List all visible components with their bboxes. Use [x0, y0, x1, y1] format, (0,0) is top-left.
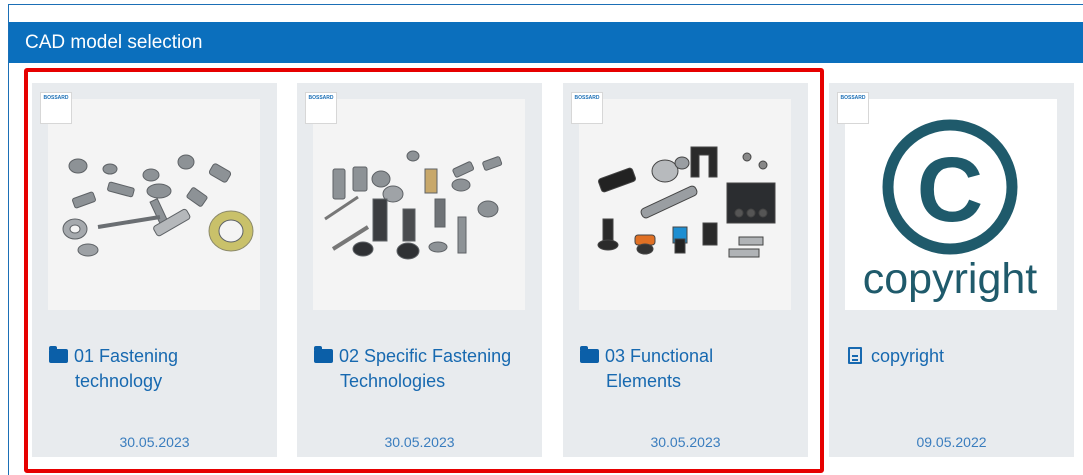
card-date: 30.05.2023 — [650, 434, 721, 450]
file-icon — [848, 347, 862, 364]
bossard-logo: BOSSARD — [571, 92, 603, 124]
card-specific-fastening-technologies[interactable]: BOSSARD 02 Specific Fastening Technologi… — [297, 83, 542, 457]
card-date: 30.05.2023 — [384, 434, 455, 450]
specific-fasteners-image — [313, 99, 525, 310]
folder-icon — [49, 346, 68, 363]
card-date: 09.05.2022 — [916, 434, 987, 450]
svg-text:C: C — [917, 139, 983, 241]
functional-elements-image — [579, 99, 791, 310]
copyright-image-text: copyright — [863, 255, 1038, 303]
card-date: 30.05.2023 — [119, 434, 190, 450]
card-title-link[interactable]: 02 Specific Fastening Technologies — [314, 344, 534, 394]
card-title-link[interactable]: 01 Fastening technology — [49, 344, 269, 394]
folder-icon — [580, 346, 599, 363]
card-functional-elements[interactable]: BOSSARD 03 Functional Elements 30.05.202… — [563, 83, 808, 457]
card-title-link[interactable]: copyright — [848, 344, 1068, 369]
bossard-logo: BOSSARD — [837, 92, 869, 124]
bossard-logo: BOSSARD — [305, 92, 337, 124]
copyright-symbol-icon: C copyright — [845, 99, 1057, 310]
folder-icon — [314, 346, 333, 363]
fasteners-image — [48, 99, 260, 310]
bossard-logo: BOSSARD — [40, 92, 72, 124]
card-thumbnail[interactable]: C copyright — [845, 99, 1057, 310]
card-thumbnail[interactable] — [313, 99, 525, 310]
card-thumbnail[interactable] — [579, 99, 791, 310]
card-copyright[interactable]: C copyright BOSSARD copyright 09.05.2022 — [829, 83, 1074, 457]
card-title-link[interactable]: 03 Functional Elements — [580, 344, 800, 394]
copyright-image: C copyright — [845, 99, 1057, 310]
card-thumbnail[interactable] — [48, 99, 260, 310]
card-fastening-technology[interactable]: BOSSARD 01 Fastening technology 30.05.20… — [32, 83, 277, 457]
panel-title: CAD model selection — [9, 22, 1083, 63]
